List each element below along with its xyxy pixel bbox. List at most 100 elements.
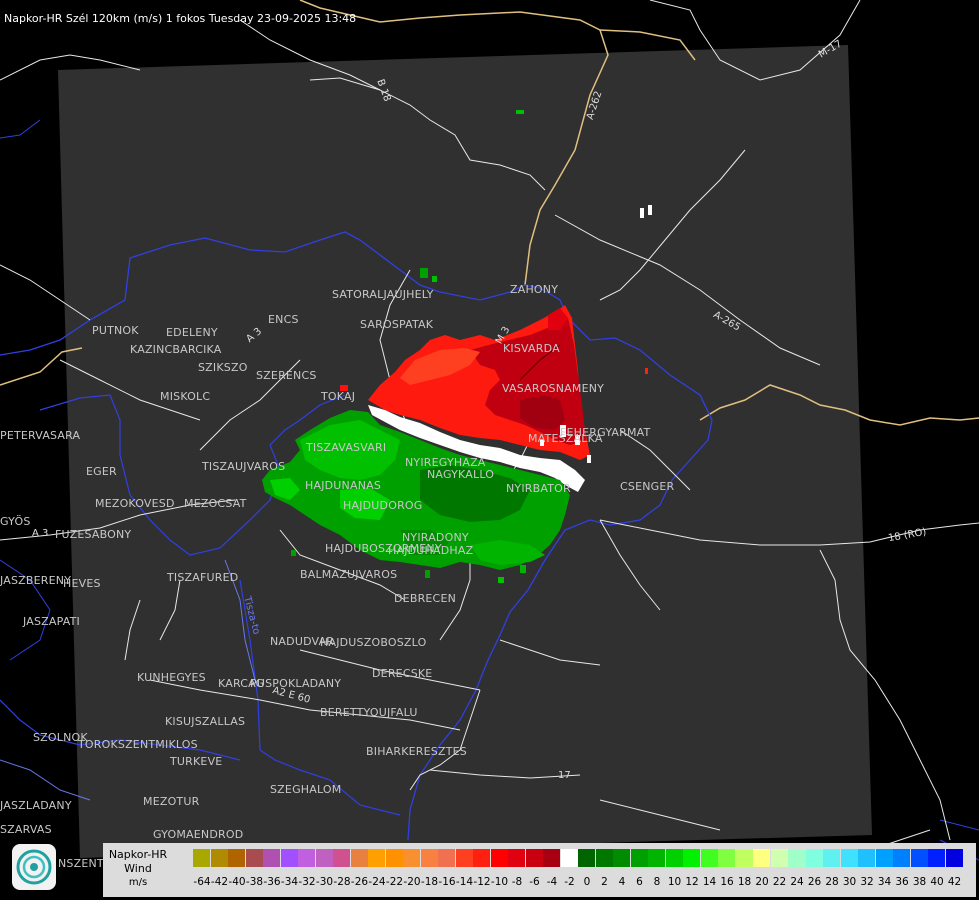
city-label-mezokovesd: MEZOKOVESD [95,497,175,510]
legend-swatch [490,849,508,867]
city-label-szeghalom: SZEGHALOM [270,783,342,796]
legend-swatch [525,849,543,867]
legend-title: Napkor-HR Wind m/s [107,848,169,890]
legend-swatch [840,849,858,867]
legend-swatch [210,849,228,867]
legend-swatch [753,849,770,867]
city-label-eger: EGER [86,465,117,478]
boundary-line [0,119,41,139]
legend-swatch [893,849,910,867]
city-label-mezocsat: MEZOCSAT [184,497,247,510]
legend-swatch [385,849,403,867]
legend-swatch [333,849,350,867]
city-label-hajduszoboszlo: HAJDUSZOBOSZLO [320,636,427,649]
legend-title-line1: Napkor-HR [108,848,168,861]
city-label-satoraljaujhely: SATORALJAUJHELY [332,288,434,301]
legend-swatch [823,849,840,867]
city-label-kisujszallas: KISUJSZALLAS [165,715,246,728]
legend-swatch [228,849,245,867]
city-label-debrecen: DEBRECEN [394,592,457,605]
city-label-szerencs: SZERENCS [256,369,317,382]
legend-swatch [735,849,753,867]
legend-swatch [245,849,263,867]
legend-swatch [350,849,368,867]
legend-swatch [630,849,648,867]
legend-swatch [403,849,420,867]
legend-swatch [368,849,385,867]
legend-swatch [683,849,700,867]
legend-swatch [420,849,438,867]
city-label-puspokladany: PUSPOKLADANY [250,677,342,690]
city-label-petervasara: PETERVASARA [0,429,81,442]
velocity-legend: Napkor-HR Wind m/s -64 -42 -40 -38 -36 -34 -32… [103,843,976,897]
city-label-kisvarda: KISVARDA [503,342,560,355]
city-label-berettyoujfalu: BERETTYOUJFALU [320,706,418,719]
legend-swatch [805,849,823,867]
city-label-gyongyos: GYÖS [0,515,31,528]
city-label-putnok: PUTNOK [92,324,139,337]
legend-swatch [455,849,473,867]
city-label-kazincbarcika: KAZINCBARCIKA [130,343,222,356]
city-label-biharkeresztes: BIHARKERESZTES [366,745,467,758]
city-label-tiszafured: TISZAFURED [167,571,239,584]
legend-tick-label: 42 [947,876,962,888]
city-label-fuzesabony: FUZESABONY [55,528,132,541]
legend-swatch [910,849,928,867]
city-label-edeleny: EDELENY [166,326,218,339]
legend-swatch [595,849,613,867]
city-label-derecske: DERECSKE [372,667,433,680]
legend-swatch [560,849,578,867]
legend-swatch [718,849,735,867]
legend-swatch [508,849,525,867]
city-label-zahony: ZAHONY [510,283,559,296]
legend-swatch [578,849,595,867]
city-label-jaszladany: JASZLADANY [0,799,72,812]
napkor-logo-icon [12,844,56,890]
city-label-encs: ENCS [268,313,299,326]
city-label-jaszbereny: JASZBERENY [0,574,72,587]
city-label-nyirbator: NYIRBATOR [506,482,571,495]
road-label-r17: 17 [558,770,571,781]
city-label-hajdunanas: HAJDUNANAS [305,479,382,492]
city-label-miskolc: MISKOLC [160,390,211,403]
legend-swatch [280,849,298,867]
legend-swatch [193,849,210,867]
legend-swatch [700,849,718,867]
legend-swatch [945,849,963,867]
city-label-torokszentmiklos: TOROKSZENTMIKLOS [78,738,198,751]
city-label-hajduhadhaz: HAJDUHADHAZ [388,544,474,557]
city-label-sarospatak: SAROSPATAK [360,318,434,331]
legend-swatch [298,849,315,867]
city-label-balmazujvaros: BALMAZUJVAROS [300,568,398,581]
city-label-jaszapati: JASZAPATI [23,615,80,628]
city-label-szikszo: SZIKSZO [198,361,248,374]
city-label-hajdudorog: HAJDUDOROG [343,499,423,512]
city-label-fehergyarmat: FEHERGYARMAT [560,426,651,439]
legend-swatch [543,849,560,867]
legend-swatch [858,849,875,867]
legend-swatch [648,849,665,867]
legend-swatch [315,849,333,867]
city-label-tokaj: TOKAJ [321,390,356,403]
legend-swatch [263,849,280,867]
city-label-kunhegyes: KUNHEGYES [137,671,206,684]
city-label-szarvas: SZARVAS [0,823,52,836]
radar-map [0,0,979,861]
city-label-vasarosnameny: VASAROSNAMENY [502,382,605,395]
legend-swatch [928,849,945,867]
city-label-csenger: CSENGER [620,480,675,493]
legend-swatch [770,849,788,867]
city-label-tiszavasvari: TISZAVASVARI [306,441,387,454]
road-label-a3b: A 3 [32,528,49,539]
legend-swatch [875,849,893,867]
legend-swatch [438,849,455,867]
legend-swatch [473,849,490,867]
city-label-nagykallo: NAGYKALLO [427,468,495,481]
city-label-tiszaujvaros: TISZAUJVAROS [202,460,286,473]
legend-unit: m/s [128,877,148,888]
map-title: Napkor-HR Szél 120km (m/s) 1 fokos Tuesd… [4,12,357,25]
city-label-turkeve: TURKEVE [170,755,223,768]
legend-swatch [788,849,805,867]
legend-swatch [665,849,683,867]
city-label-gyomaendrod: GYOMAENDROD [153,828,244,841]
